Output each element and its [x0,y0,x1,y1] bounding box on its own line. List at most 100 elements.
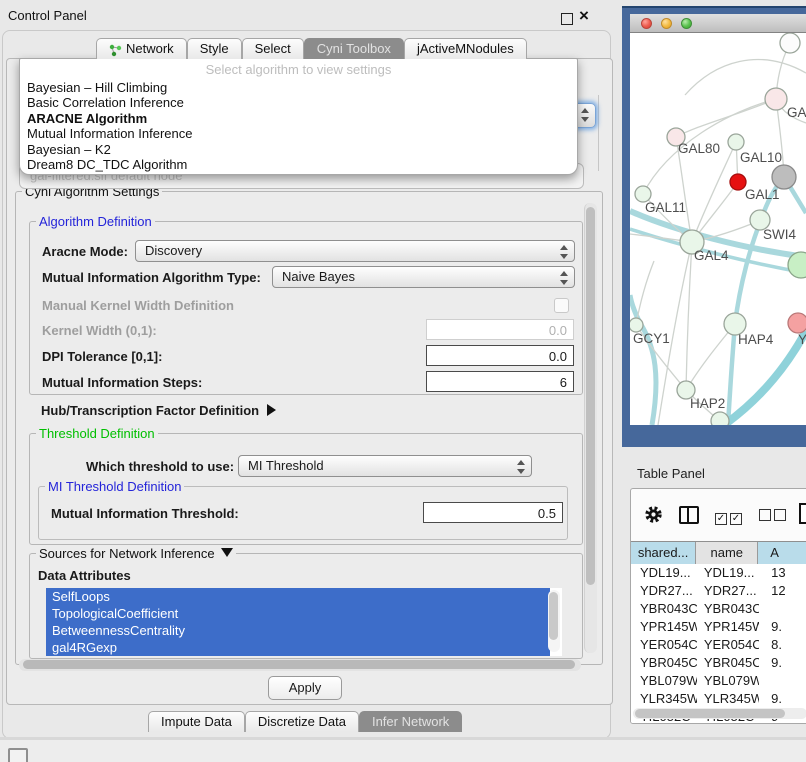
dpi-tolerance-field[interactable]: 0.0 [426,345,574,366]
top-tabs: NetworkStyleSelect Cyni Toolbox jActiveMNo… [96,38,527,59]
mi-threshold-label: Mutual Information Threshold: [51,506,239,521]
tab-label: Impute Data [161,712,232,732]
manual-kernel-label: Manual Kernel Width Definition [42,298,234,313]
table-rows: YDL19...YDL19...13YDR27...YDR27...12YBR0… [631,564,806,724]
split-pane-icon[interactable] [679,506,699,524]
tab-discretize-data[interactable]: Discretize Data [245,711,359,732]
table-hscrollbar[interactable] [633,708,806,719]
tab-cyni-toolbox[interactable]: Cyni Toolbox [304,38,404,59]
algorithm-option-mutual-information-inference[interactable]: Mutual Information Inference [20,126,577,141]
tab-impute-data[interactable]: Impute Data [148,711,245,732]
column-header-1[interactable]: shared... [631,542,696,564]
algorithm-definition-group: Algorithm Definition Aracne Mode: Discov… [29,221,583,395]
table-cell: 12 [759,582,806,600]
inference-algorithm-groupbox-edge [598,95,599,171]
node-gal10[interactable] [728,134,744,150]
settings-hscrollbar[interactable] [19,659,581,671]
table-row[interactable]: YBR043CYBR043C [631,600,806,618]
network-window[interactable]: GALGAL80GAL10GAL1GAL11SWI4GAL4GCY1HAP4YH… [622,6,806,447]
attribute-item-betweennesscentrality[interactable]: BetweennessCentrality [46,622,550,639]
attributes-vscrollbar[interactable] [548,590,560,652]
attribute-item-topologicalcoefficient[interactable]: TopologicalCoefficient [46,605,550,622]
mi-threshold-group-title: MI Threshold Definition [45,479,184,494]
settings-vscrollbar-thumb[interactable] [586,207,595,585]
float-window-icon[interactable] [561,13,573,25]
node-unlabeled[interactable] [780,33,800,53]
node-gal[interactable] [765,88,787,110]
aracne-mode-combo[interactable]: Discovery [135,240,575,262]
table-row[interactable]: YBR045CYBR045C9. [631,654,806,672]
control-panel-title: Control Panel [8,8,87,23]
table-row[interactable]: YBL079WYBL079W [631,672,806,690]
tab-label: Cyni Toolbox [317,39,391,59]
algorithm-option-bayesian-hill-climbing[interactable]: Bayesian – Hill Climbing [20,80,577,95]
close-window-icon[interactable] [641,18,652,29]
restore-panel-icon[interactable] [8,748,28,762]
node-y[interactable] [788,313,806,333]
mi-type-combo[interactable]: Naive Bayes [272,266,575,288]
algorithm-option-dream8-dc-tdc-algorithm[interactable]: Dream8 DC_TDC Algorithm [20,157,577,172]
table-cell: YBR043C [697,600,759,618]
tab-label: Infer Network [372,712,449,732]
node-unlabeled[interactable] [711,412,729,425]
algorithm-option-bayesian-k2[interactable]: Bayesian – K2 [20,142,577,157]
table-row[interactable]: YDL19...YDL19...13 [631,564,806,582]
threshold-definition-title: Threshold Definition [36,426,158,441]
network-canvas[interactable]: GALGAL80GAL10GAL1GAL11SWI4GAL4GCY1HAP4YH… [630,33,806,425]
hub-definition-toggle[interactable]: Hub/Transcription Factor Definition [41,403,276,418]
tab-jactivemnodules[interactable]: jActiveMNodules [404,38,527,59]
aracne-mode-label: Aracne Mode: [42,244,128,259]
apply-button[interactable]: Apply [268,676,342,700]
document-icon[interactable] [799,503,806,524]
which-threshold-combo[interactable]: MI Threshold [238,455,532,477]
combo-spinner-icon [580,107,589,123]
node-unlabeled[interactable] [772,165,796,189]
manual-kernel-checkbox[interactable] [554,298,569,313]
collapse-arrow-icon [267,404,276,416]
node-unlabeled[interactable] [730,174,746,190]
sources-title[interactable]: Sources for Network Inference [36,546,236,561]
table-cell: YER054C [697,636,759,654]
algorithm-definition-title: Algorithm Definition [36,214,155,229]
node-label-hap4: HAP4 [738,332,774,347]
settings-vscrollbar[interactable] [584,203,597,653]
algorithm-option-aracne-algorithm[interactable]: ARACNE Algorithm [20,111,577,126]
table-row[interactable]: YLR345WYLR345W9. [631,690,806,708]
network-graph: GALGAL80GAL10GAL1GAL11SWI4GAL4GCY1HAP4YH… [630,33,806,425]
table-row[interactable]: YPR145WYPR145W9. [631,618,806,636]
data-attributes-list[interactable]: SelfLoopsTopologicalCoefficientBetweenne… [46,588,562,656]
minimize-window-icon[interactable] [661,18,672,29]
expand-arrow-icon [221,548,233,557]
mi-steps-label: Mutual Information Steps: [42,375,202,390]
tab-infer-network[interactable]: Infer Network [359,711,462,732]
algorithm-option-basic-correlation-inference[interactable]: Basic Correlation Inference [20,95,577,110]
table-cell: YBR045C [631,654,697,672]
hide-columns-icon[interactable] [759,509,789,524]
tab-network[interactable]: Network [96,38,187,59]
mi-threshold-field[interactable]: 0.5 [423,502,563,523]
gear-icon[interactable] [644,505,663,527]
table-row[interactable]: YER054CYER054C8. [631,636,806,654]
node-gcy1[interactable] [630,318,643,332]
table-hscrollbar-thumb[interactable] [635,709,785,718]
kernel-width-field[interactable]: 0.0 [426,319,574,340]
settings-hscrollbar-thumb[interactable] [23,660,575,669]
network-window-titlebar[interactable] [630,14,806,33]
table-cell [759,672,806,690]
attributes-vscrollbar-thumb[interactable] [549,592,558,640]
table-row[interactable]: YDR27...YDR27...12 [631,582,806,600]
table-cell: YBL079W [697,672,759,690]
bottom-tabs: Impute Data Discretize Data Infer Network [148,711,462,732]
attribute-item-selfloops[interactable]: SelfLoops [46,588,550,605]
show-columns-icon[interactable]: ✓✓ [715,509,745,525]
tab-select[interactable]: Select [242,38,304,59]
close-icon[interactable]: × [579,6,589,26]
attribute-item-gal4rgexp[interactable]: gal4RGexp [46,639,550,656]
mi-steps-field[interactable]: 6 [426,371,574,392]
column-header-2[interactable]: name [696,542,758,564]
tab-style[interactable]: Style [187,38,242,59]
node-label-gal80: GAL80 [678,141,720,156]
column-header-3[interactable]: A [758,542,806,564]
node-label-hap2: HAP2 [690,396,725,411]
zoom-window-icon[interactable] [681,18,692,29]
